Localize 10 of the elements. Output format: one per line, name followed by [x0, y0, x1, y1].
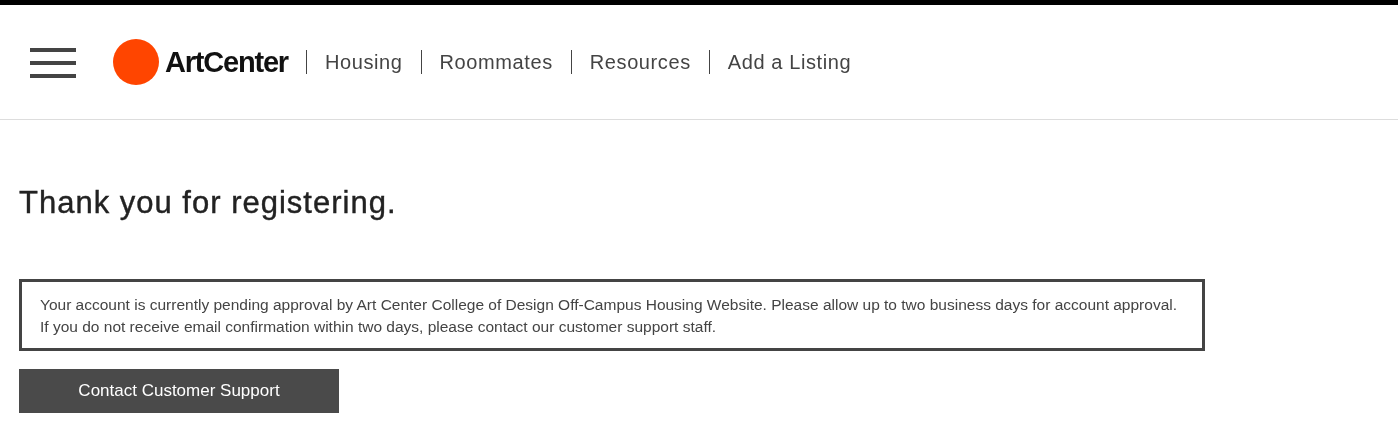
nav-link[interactable]: Housing — [305, 50, 421, 74]
contact-support-button[interactable]: Contact Customer Support — [19, 369, 339, 413]
menu-icon[interactable] — [30, 48, 76, 78]
message-box: Your account is currently pending approval by Art Center College of Design Off-Campus Housing Website. Please allow up to two business days for account approval. If you do not receive email confirmation within two days, please contact our customer support staff. — [19, 279, 1205, 351]
nav-link[interactable]: Resources — [570, 50, 709, 74]
page-heading: Thank you for registering. — [19, 184, 398, 222]
logo-text[interactable]: ArtCenter — [165, 45, 288, 79]
logo-circle-icon — [113, 39, 159, 85]
nav-link[interactable]: Roommates — [420, 50, 571, 74]
nav-link[interactable]: Add a Listing — [708, 50, 870, 74]
